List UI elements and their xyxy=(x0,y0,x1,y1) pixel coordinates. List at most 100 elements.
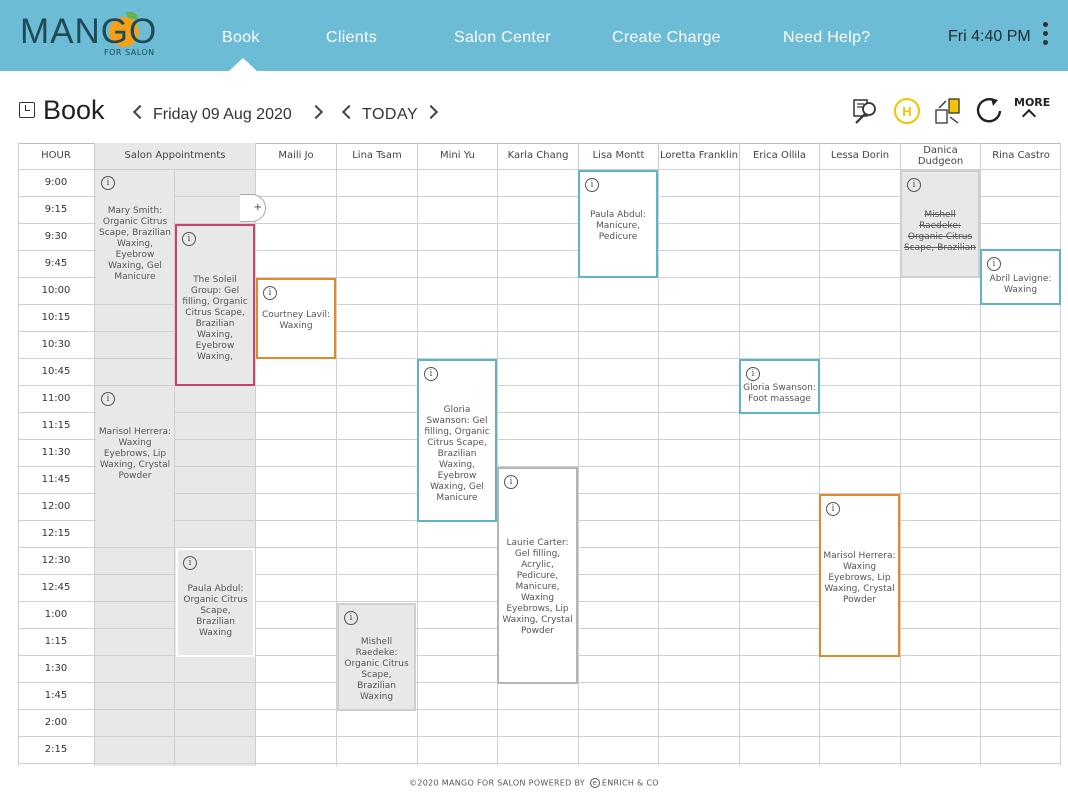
column-header-lina-tsam[interactable]: Lina Tsam xyxy=(336,143,417,169)
appointment-card[interactable]: i Abril Lavigne: Waxing xyxy=(980,249,1061,305)
appointment-card[interactable]: i Marisol Herrera: Waxing Eyebrows, Lip … xyxy=(819,494,900,657)
kebab-menu-icon[interactable] xyxy=(1043,22,1049,48)
nav-book[interactable]: Book xyxy=(222,29,260,47)
appointment-card[interactable]: i Marisol Herrera: Waxing Eyebrows, Lip … xyxy=(96,386,174,521)
nav-clients[interactable]: Clients xyxy=(326,29,377,47)
grid-column-line xyxy=(819,143,820,766)
hour-label: 1:15 xyxy=(44,636,68,647)
column-header-loretta-franklin[interactable]: Loretta Franklin xyxy=(658,143,739,169)
hour-label: 9:15 xyxy=(44,204,68,215)
appointment-card[interactable]: i Laurie Carter: Gel filling, Acrylic, P… xyxy=(497,467,578,684)
calendar-grid: HOUR Salon Appointments Maili Jo Lina Ts… xyxy=(18,143,1061,766)
search-client-icon[interactable] xyxy=(852,97,880,125)
hour-label: 1:00 xyxy=(44,609,68,620)
hour-label: 10:30 xyxy=(41,339,71,350)
appointment-text: Gloria Swanson: Foot massage xyxy=(743,383,816,404)
hour-label: 11:15 xyxy=(41,420,71,431)
hold-icon[interactable]: H xyxy=(893,97,921,125)
appointment-text: Mary Smith: Organic Citrus Scape, Brazil… xyxy=(99,206,171,282)
column-header-karla-chang[interactable]: Karla Chang xyxy=(497,143,578,169)
info-icon[interactable]: i xyxy=(907,178,921,192)
appointment-card[interactable]: i Paula Abdul: Organic Citrus Scape, Bra… xyxy=(176,548,255,657)
column-header-erica-ollila[interactable]: Erica Ollila xyxy=(739,143,819,169)
checkin-icon[interactable] xyxy=(934,97,962,125)
appointment-text: Mishell Raedeke: Organic Citrus Scape, B… xyxy=(904,210,976,253)
grid-column-line xyxy=(255,143,256,766)
prev-day-chevron-icon[interactable] xyxy=(341,104,357,120)
appointment-text: Paula Abdul: Manicure, Pedicure xyxy=(590,210,646,242)
next-day-chevron-icon[interactable] xyxy=(423,104,439,120)
more-label[interactable]: MORE xyxy=(1014,96,1050,109)
hour-label: 2:15 xyxy=(44,744,68,755)
appointment-card[interactable]: i Gloria Swanson: Gel filling, Organic C… xyxy=(417,359,497,522)
appointment-card[interactable]: i Courtney Lavil: Waxing xyxy=(256,278,336,359)
mango-logo[interactable]: MANGO FOR SALON xyxy=(20,12,160,60)
column-header-lessa-dorin[interactable]: Lessa Dorin xyxy=(819,143,900,169)
appointment-card[interactable]: i Mishell Raedeke: Organic Citrus Scape,… xyxy=(337,603,416,711)
nav-create-charge[interactable]: Create Charge xyxy=(612,29,721,47)
info-icon[interactable]: i xyxy=(101,176,115,190)
hour-label: 11:30 xyxy=(41,447,71,458)
info-icon[interactable]: i xyxy=(987,257,1001,271)
hour-label: 1:30 xyxy=(44,663,68,674)
appointment-card[interactable]: i Gloria Swanson: Foot massage xyxy=(739,359,820,414)
appointment-text: Paula Abdul: Organic Citrus Scape, Brazi… xyxy=(183,584,248,638)
logo-sub: FOR SALON xyxy=(104,48,155,57)
next-date-chevron-icon[interactable] xyxy=(308,104,324,120)
info-icon[interactable]: i xyxy=(344,611,358,625)
hour-header: HOUR xyxy=(41,150,71,161)
appointment-card[interactable]: i Mary Smith: Organic Citrus Scape, Braz… xyxy=(96,170,174,302)
info-icon[interactable]: i xyxy=(101,392,115,406)
hour-label: 10:45 xyxy=(41,366,71,377)
refresh-icon[interactable] xyxy=(975,97,1003,125)
appointment-card[interactable]: i The Soleil Group: Gel filling, Organic… xyxy=(175,224,255,386)
appointment-text: Laurie Carter: Gel filling, Acrylic, Ped… xyxy=(502,538,573,636)
top-nav: MANGO FOR SALON Book Clients Salon Cente… xyxy=(0,0,1068,71)
appointment-card[interactable]: i Paula Abdul: Manicure, Pedicure xyxy=(578,170,658,278)
date-label[interactable]: Friday 09 Aug 2020 xyxy=(153,106,292,124)
appointment-text: Mishell Raedeke: Organic Citrus Scape, B… xyxy=(344,637,409,702)
nav-salon-center[interactable]: Salon Center xyxy=(454,29,551,47)
grid-column-line xyxy=(980,143,981,766)
info-icon[interactable]: i xyxy=(424,367,438,381)
hour-label: 10:00 xyxy=(41,285,71,296)
info-icon[interactable]: i xyxy=(746,367,760,381)
info-icon[interactable]: i xyxy=(263,286,277,300)
column-header-danica-dudgeon[interactable]: Danica Dudgeon xyxy=(900,143,980,169)
grid-column-line xyxy=(658,143,659,766)
hour-label: 12:00 xyxy=(41,501,71,512)
hour-label: 9:30 xyxy=(44,231,68,242)
hour-label: 11:00 xyxy=(41,393,71,404)
hour-label: 9:00 xyxy=(44,177,68,188)
hour-label: 11:45 xyxy=(41,474,71,485)
footer: ©2020 MANGO FOR SALON POWERED BY e ENRICH… xyxy=(0,778,1068,788)
column-header-maili-jo[interactable]: Maili Jo xyxy=(255,143,336,169)
logo-word: MANGO xyxy=(20,12,158,51)
prev-date-chevron-icon[interactable] xyxy=(132,104,148,120)
hour-label: 12:15 xyxy=(41,528,71,539)
info-icon[interactable]: i xyxy=(826,502,840,516)
info-icon[interactable]: i xyxy=(182,232,196,246)
hour-label: 12:45 xyxy=(41,582,71,593)
appointment-card[interactable]: i Mishell Raedeke: Organic Citrus Scape,… xyxy=(900,170,980,278)
hour-label: 2:00 xyxy=(44,717,68,728)
chevron-up-icon[interactable] xyxy=(1021,108,1037,124)
footer-copyright: ©2020 MANGO FOR SALON POWERED BY xyxy=(409,778,585,788)
nav-need-help[interactable]: Need Help? xyxy=(783,29,871,47)
appointment-text: Marisol Herrera: Waxing Eyebrows, Lip Wa… xyxy=(823,551,896,605)
column-header-lisa-montt[interactable]: Lisa Montt xyxy=(578,143,658,169)
info-icon[interactable]: i xyxy=(504,475,518,489)
footer-brand: ENRICH & CO xyxy=(601,778,659,788)
grid-column-line xyxy=(1060,143,1061,766)
hour-label: 9:45 xyxy=(44,258,68,269)
grid-column-line xyxy=(94,143,95,766)
enrich-logo-icon: e xyxy=(589,778,600,788)
info-icon[interactable]: i xyxy=(585,178,599,192)
hour-label: 10:15 xyxy=(41,312,71,323)
info-icon[interactable]: i xyxy=(183,556,197,570)
column-header-mini-yu[interactable]: Mini Yu xyxy=(417,143,497,169)
column-header-rina-castro[interactable]: Rina Castro xyxy=(980,143,1061,169)
active-nav-caret xyxy=(229,58,257,71)
today-button[interactable]: TODAY xyxy=(362,106,418,124)
grid-column-line xyxy=(739,143,740,766)
